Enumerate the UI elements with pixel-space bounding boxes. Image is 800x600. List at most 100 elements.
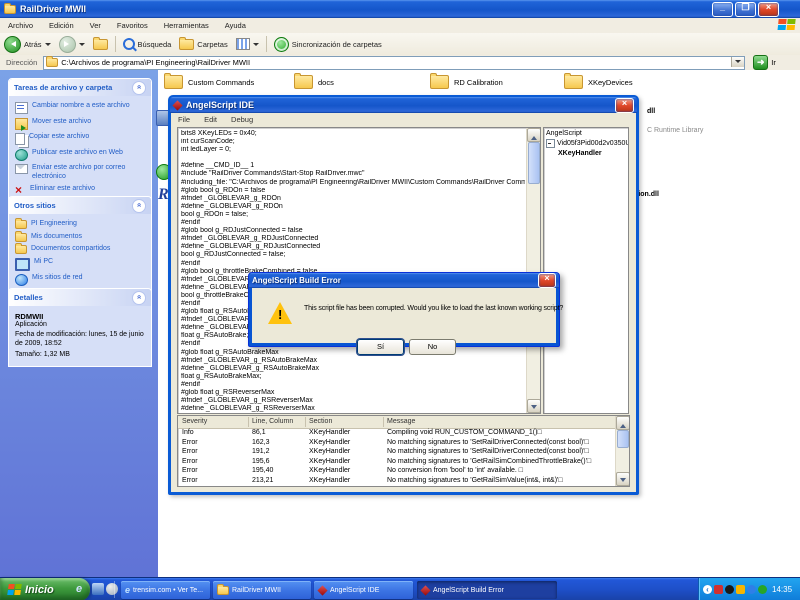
task-copy[interactable]: Copiar este archivo <box>15 133 148 145</box>
ide-titlebar[interactable]: AngelScript IDE × <box>170 97 637 113</box>
scroll-up-icon[interactable] <box>616 416 630 430</box>
task-label[interactable]: Mover este archivo <box>32 118 91 127</box>
address-input[interactable]: C:\Archivos de programa\PI Engineering\R… <box>43 56 745 70</box>
scroll-down-icon[interactable] <box>527 399 541 413</box>
file-fragment-dll[interactable]: dll <box>647 108 655 115</box>
place-label[interactable]: PI Engineering <box>31 220 77 229</box>
collapse-chevron-icon[interactable] <box>132 199 146 213</box>
folder-tile-custom-commands[interactable]: Custom Commands <box>164 75 254 89</box>
tray-icon-blue[interactable] <box>747 585 756 594</box>
quicklaunch-app-icon[interactable] <box>92 583 104 595</box>
views-dropdown-icon[interactable] <box>253 43 259 49</box>
tree-collapse-icon[interactable] <box>546 139 555 148</box>
place-label[interactable]: Mi PC <box>34 258 53 267</box>
dialog-close-button[interactable]: × <box>538 273 556 288</box>
code-scrollbar[interactable] <box>526 128 540 413</box>
ide-menu-debug[interactable]: Debug <box>224 115 260 124</box>
col-message[interactable]: Message <box>387 418 415 425</box>
col-severity[interactable]: Severity <box>182 418 207 425</box>
taskbutton-raildriver[interactable]: RailDriver MWII <box>213 581 311 599</box>
task-label[interactable]: Enviar este archivo por correo electróni… <box>32 164 148 181</box>
error-row[interactable]: Error 195,6 XKeyHandler No matching sign… <box>178 458 629 468</box>
col-line-column[interactable]: Line, Column <box>252 418 293 425</box>
scroll-thumb[interactable] <box>528 142 540 184</box>
task-publish[interactable]: Publicar este archivo en Web <box>15 149 148 161</box>
go-icon[interactable]: ➜ <box>753 55 768 70</box>
tree-handler-label[interactable]: XKeyHandler <box>558 150 602 157</box>
task-rename[interactable]: Cambiar nombre a este archivo <box>15 102 148 114</box>
address-dropdown-icon[interactable] <box>731 57 744 67</box>
sync-button[interactable]: Sincronización de carpetas <box>270 34 386 54</box>
place-mis-sitios-de-red[interactable]: Mis sitios de red <box>15 274 148 286</box>
tree-root[interactable]: AngelScript <box>546 130 628 137</box>
error-row[interactable]: Error 191,2 XKeyHandler No matching sign… <box>178 448 629 458</box>
folder-tile-rd-calibration[interactable]: RD Calibration <box>430 75 503 89</box>
script-tree[interactable]: AngelScript Vid05f3Pid00d2v0350Uid XKeyH… <box>543 127 629 414</box>
ide-menu-file[interactable]: File <box>171 115 197 124</box>
ide-close-button[interactable]: × <box>615 98 634 113</box>
go-label[interactable]: Ir <box>771 58 776 67</box>
error-scrollbar[interactable] <box>615 416 629 486</box>
place-label[interactable]: Mis sitios de red <box>32 274 83 283</box>
other-places-header[interactable]: Otros sitios <box>9 197 151 214</box>
menu-ayuda[interactable]: Ayuda <box>217 21 254 30</box>
scroll-up-icon[interactable] <box>527 128 541 142</box>
collapse-chevron-icon[interactable] <box>132 81 146 95</box>
scroll-thumb[interactable] <box>617 430 629 448</box>
tree-handler-node[interactable]: XKeyHandler <box>558 150 628 157</box>
file-tasks-header[interactable]: Tareas de archivo y carpeta <box>9 79 151 96</box>
minimize-button[interactable]: _ <box>712 2 733 17</box>
tree-device-node[interactable]: Vid05f3Pid00d2v0350Uid <box>546 139 628 148</box>
place-label[interactable]: Documentos compartidos <box>31 245 110 254</box>
place-mis-documentos[interactable]: Mis documentos <box>15 233 148 242</box>
folder-tile-xkeydevices[interactable]: XKeyDevices <box>564 75 633 89</box>
place-mi-pc[interactable]: Mi PC <box>15 258 148 271</box>
explorer-titlebar[interactable]: RailDriver MWII _ ❐ × <box>0 0 800 18</box>
no-button[interactable]: No <box>409 339 456 355</box>
task-email[interactable]: Enviar este archivo por correo electróni… <box>15 164 148 181</box>
tree-root-label[interactable]: AngelScript <box>546 130 582 137</box>
menu-ver[interactable]: Ver <box>82 21 109 30</box>
quicklaunch-ie-icon[interactable]: e <box>76 583 88 595</box>
taskbutton-angelscript-ide[interactable]: AngelScript IDE <box>314 581 413 599</box>
tray-collapse-icon[interactable]: ‹ <box>703 585 712 594</box>
tray-icon-black[interactable] <box>725 585 734 594</box>
search-button[interactable]: Búsqueda <box>119 34 176 54</box>
menu-archivo[interactable]: Archivo <box>0 21 41 30</box>
tray-icon-red[interactable] <box>714 585 723 594</box>
tray-icon-yellow[interactable] <box>736 585 745 594</box>
folder-tile-docs[interactable]: docs <box>294 75 334 89</box>
task-label[interactable]: Publicar este archivo en Web <box>32 149 123 158</box>
menu-favoritos[interactable]: Favoritos <box>109 21 156 30</box>
back-button[interactable]: Atrás <box>0 34 55 54</box>
collapse-chevron-icon[interactable] <box>132 291 146 305</box>
task-delete[interactable]: Eliminar este archivo <box>15 185 148 195</box>
restore-button[interactable]: ❐ <box>735 2 756 17</box>
tray-icon-green[interactable] <box>758 585 767 594</box>
forward-dropdown-icon[interactable] <box>79 43 85 49</box>
taskbutton-trensim[interactable]: e trensim.com • Ver Te... <box>121 581 210 599</box>
back-dropdown-icon[interactable] <box>45 43 51 49</box>
task-move[interactable]: Mover este archivo <box>15 118 148 130</box>
menu-edicion[interactable]: Edición <box>41 21 82 30</box>
place-documentos-compartidos[interactable]: Documentos compartidos <box>15 245 148 254</box>
dialog-titlebar[interactable]: AngelScript Build Error × <box>249 273 559 288</box>
task-label[interactable]: Copiar este archivo <box>29 133 89 142</box>
views-button[interactable] <box>232 34 263 54</box>
yes-button[interactable]: Sí <box>357 339 404 355</box>
menu-herramientas[interactable]: Herramientas <box>156 21 217 30</box>
col-section[interactable]: Section <box>309 418 332 425</box>
up-button[interactable] <box>89 34 112 54</box>
task-label[interactable]: Cambiar nombre a este archivo <box>32 102 130 111</box>
task-label[interactable]: Eliminar este archivo <box>30 185 95 194</box>
folders-button[interactable]: Carpetas <box>175 34 231 54</box>
error-row[interactable]: Error 213,21 XKeyHandler No matching sig… <box>178 477 629 487</box>
error-row[interactable]: Error 214,21 XKeyHandler No matching sig… <box>178 486 629 487</box>
place-pi-engineering[interactable]: PI Engineering <box>15 220 148 229</box>
error-row[interactable]: Info 86,1 XKeyHandler Compiling void RUN… <box>178 429 629 439</box>
error-row[interactable]: Error 195,40 XKeyHandler No conversion f… <box>178 467 629 477</box>
code-editor[interactable]: bits8 XKeyLEDs = 0x40;int curScanCode;in… <box>177 127 541 414</box>
file-fragment-tion-dll[interactable]: tion.dll <box>636 191 659 198</box>
error-row[interactable]: Error 162,3 XKeyHandler No matching sign… <box>178 439 629 449</box>
scroll-down-icon[interactable] <box>616 472 630 486</box>
